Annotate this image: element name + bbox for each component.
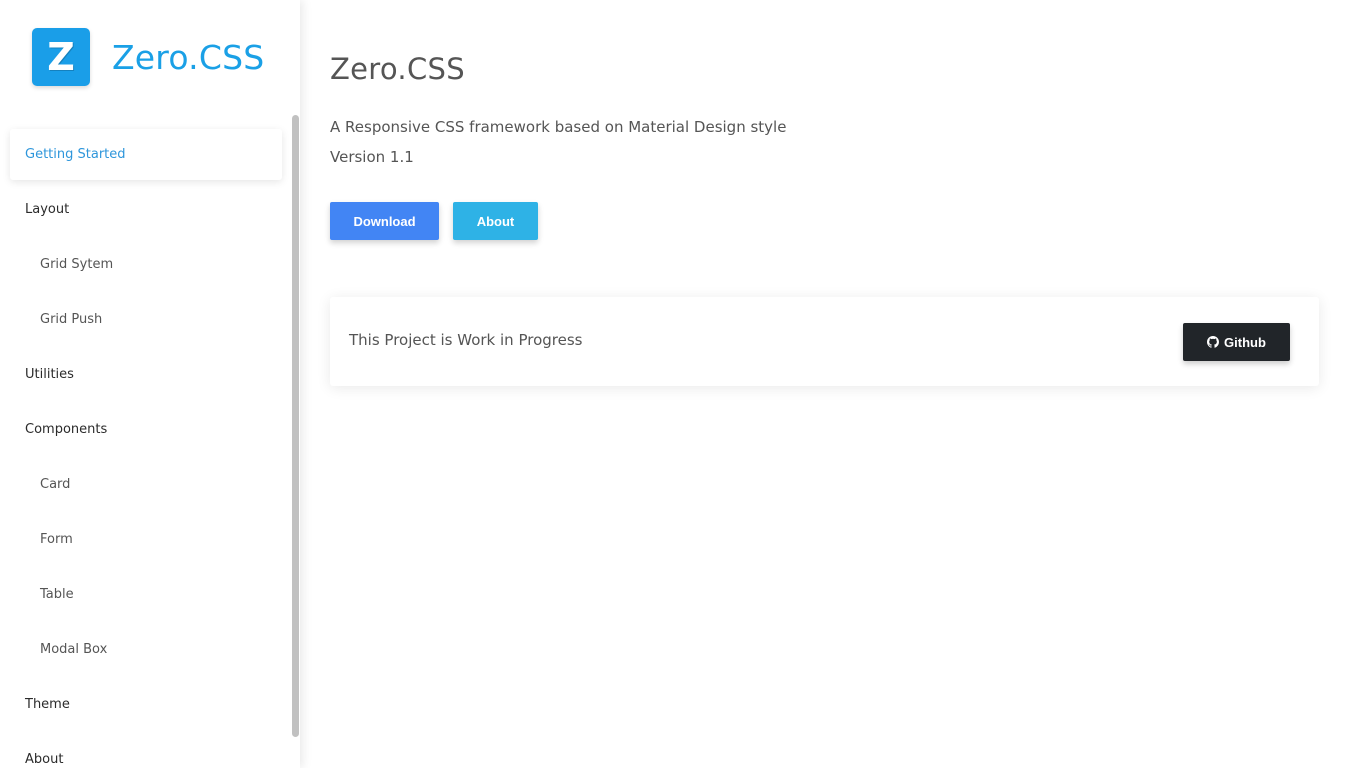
sidebar-item-getting-started[interactable]: Getting Started	[10, 129, 282, 180]
sidebar-item-utilities[interactable]: Utilities	[0, 347, 292, 402]
brand-logo-icon: Z	[32, 28, 90, 86]
sidebar-item-about[interactable]: About	[0, 732, 292, 768]
sidebar-item-label: Card	[40, 477, 71, 492]
sidebar: Z Zero.CSS Getting Started Layout Grid S…	[0, 0, 300, 768]
github-button-label: Github	[1224, 334, 1266, 350]
download-button[interactable]: Download	[330, 202, 439, 240]
sidebar-item-layout[interactable]: Layout	[0, 182, 292, 237]
sidebar-item-label: Layout	[25, 202, 70, 217]
sidebar-item-components[interactable]: Components	[0, 402, 292, 457]
github-button[interactable]: Github	[1183, 323, 1290, 361]
sidebar-item-grid-sytem[interactable]: Grid Sytem	[0, 237, 292, 292]
sidebar-item-card[interactable]: Card	[0, 457, 292, 512]
about-button[interactable]: About	[453, 202, 538, 240]
sidebar-item-label: About	[25, 752, 64, 767]
brand-logo-letter: Z	[47, 35, 75, 79]
progress-card: This Project is Work in Progress Github	[330, 297, 1319, 386]
sidebar-item-label: Form	[40, 532, 73, 547]
version-text: Version 1.1	[330, 148, 414, 166]
sidebar-item-label: Getting Started	[25, 147, 126, 162]
sidebar-item-label: Grid Push	[40, 312, 103, 327]
sidebar-scrollbar[interactable]	[292, 115, 299, 737]
sidebar-item-form[interactable]: Form	[0, 512, 292, 567]
sidebar-item-theme[interactable]: Theme	[0, 677, 292, 732]
brand-name: Zero.CSS	[112, 37, 265, 77]
github-icon	[1207, 336, 1220, 348]
sidebar-item-grid-push[interactable]: Grid Push	[0, 292, 292, 347]
card-text: This Project is Work in Progress	[349, 331, 583, 349]
sidebar-item-label: Table	[40, 587, 74, 602]
sidebar-item-label: Theme	[25, 697, 70, 712]
brand[interactable]: Z Zero.CSS	[32, 28, 264, 86]
sidebar-item-label: Grid Sytem	[40, 257, 114, 272]
sidebar-item-modal-box[interactable]: Modal Box	[0, 622, 292, 677]
sidebar-item-label: Components	[25, 422, 108, 437]
page-title: Zero.CSS	[330, 52, 465, 86]
sidebar-nav: Getting Started Layout Grid Sytem Grid P…	[0, 127, 292, 768]
page-description: A Responsive CSS framework based on Mate…	[330, 118, 787, 136]
sidebar-item-label: Utilities	[25, 367, 74, 382]
sidebar-item-table[interactable]: Table	[0, 567, 292, 622]
sidebar-item-label: Modal Box	[40, 642, 108, 657]
